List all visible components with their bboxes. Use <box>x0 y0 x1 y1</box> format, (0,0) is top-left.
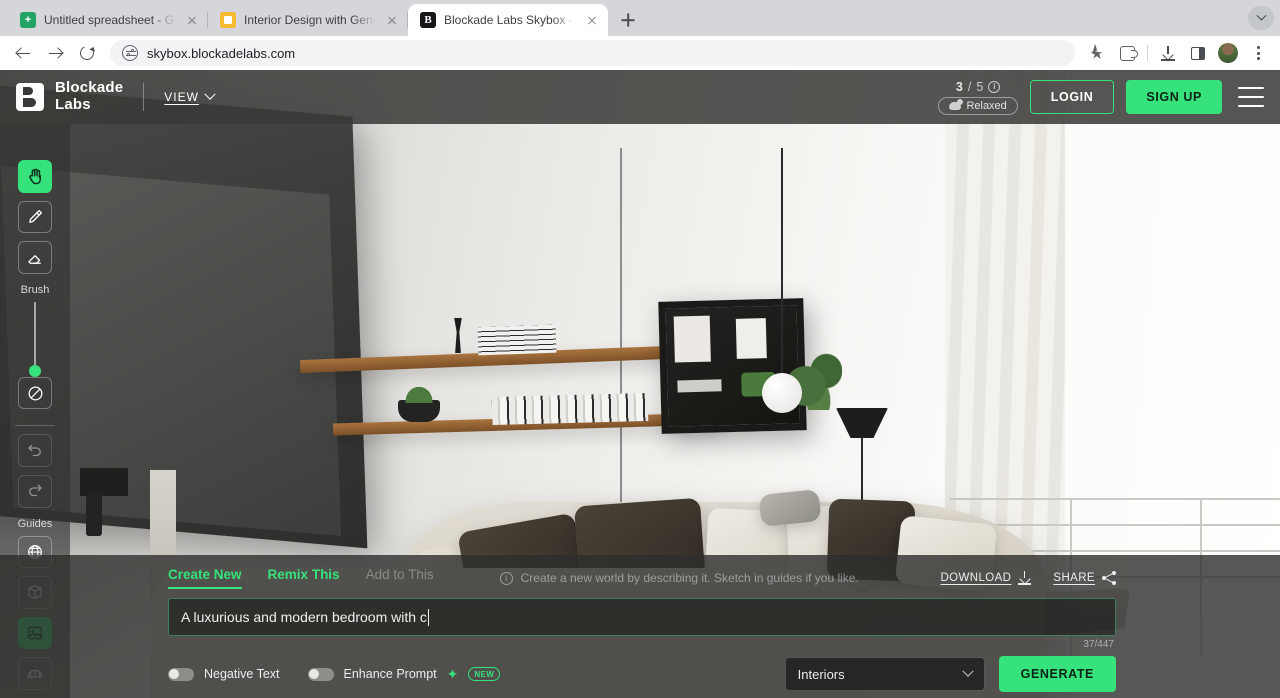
profile-avatar[interactable] <box>1214 39 1242 67</box>
brand-line-1: Blockade <box>55 80 123 97</box>
style-select-value: Interiors <box>798 667 845 682</box>
close-icon[interactable] <box>584 12 600 28</box>
brush-size-label: Brush <box>21 284 50 296</box>
new-badge: NEW <box>468 667 500 681</box>
tab-create-new[interactable]: Create New <box>168 567 242 589</box>
clear-tool[interactable] <box>18 377 52 410</box>
view-dropdown-label: VIEW <box>164 90 199 104</box>
skybox-viewport[interactable]: Blockade Labs VIEW 3 / 5 i Relaxed <box>0 70 1280 698</box>
credits-used: 3 <box>956 80 963 94</box>
toolbar-divider <box>1147 45 1148 61</box>
tab-remix-this[interactable]: Remix This <box>268 567 340 589</box>
browser-tab-2[interactable]: Interior Design with Generati <box>208 4 408 36</box>
text-caret <box>428 609 429 626</box>
browser-tabstrip: + Untitled spreadsheet - Googl Interior … <box>0 0 1280 36</box>
slider-handle[interactable] <box>29 365 41 377</box>
close-icon[interactable] <box>384 12 400 28</box>
status-badge-label: Relaxed <box>966 100 1006 112</box>
character-counter: 37/447 <box>1083 639 1114 650</box>
address-bar[interactable]: skybox.blockadelabs.com <box>110 40 1075 66</box>
hamburger-menu-icon[interactable] <box>1238 87 1264 107</box>
undo-button[interactable] <box>18 434 52 467</box>
negative-text-toggle[interactable] <box>168 668 194 681</box>
tab-add-to-this[interactable]: Add to This <box>366 567 434 589</box>
browser-tab-1[interactable]: + Untitled spreadsheet - Googl <box>8 4 208 36</box>
prompt-input-value: A luxurious and modern bedroom with c <box>181 609 427 625</box>
reload-button[interactable] <box>72 38 102 68</box>
prompt-hint: i Create a new world by describing it. S… <box>500 571 859 585</box>
download-label: DOWNLOAD <box>940 572 1011 584</box>
browser-tab-title: Blockade Labs Skybox - AI-G <box>444 13 576 27</box>
share-label: SHARE <box>1053 572 1095 584</box>
credits-counter: 3 / 5 i Relaxed <box>938 80 1017 115</box>
prompt-mode-tabs: Create New Remix This Add to This <box>168 567 434 589</box>
enhance-prompt-label: Enhance Prompt <box>344 667 437 681</box>
forward-button[interactable] <box>40 38 70 68</box>
side-panel-icon[interactable] <box>1184 39 1212 67</box>
tab-list-button[interactable] <box>1248 6 1274 30</box>
info-icon[interactable]: i <box>988 81 1000 93</box>
blockade-logo-icon <box>16 83 44 111</box>
brush-tool[interactable] <box>18 201 52 234</box>
info-icon: i <box>500 572 513 585</box>
style-select[interactable]: Interiors <box>785 657 985 691</box>
hand-tool[interactable] <box>18 160 52 193</box>
chevron-down-icon <box>1256 10 1266 20</box>
back-button[interactable] <box>8 38 38 68</box>
arrow-left-icon <box>17 47 30 60</box>
signup-button[interactable]: SIGN UP <box>1126 80 1222 114</box>
browser-toolbar: skybox.blockadelabs.com <box>0 36 1280 70</box>
enhance-prompt-toggle-row: Enhance Prompt ✦ NEW <box>308 667 501 681</box>
cloud-icon <box>949 102 961 110</box>
header-divider <box>143 83 144 111</box>
browser-tab-3[interactable]: B Blockade Labs Skybox - AI-G <box>408 4 608 36</box>
login-button[interactable]: LOGIN <box>1030 80 1115 114</box>
app-header: Blockade Labs VIEW 3 / 5 i Relaxed <box>0 70 1280 124</box>
rail-divider <box>15 425 55 426</box>
arrow-right-icon <box>49 47 62 60</box>
address-bar-url: skybox.blockadelabs.com <box>147 46 295 61</box>
sparkle-icon: ✦ <box>447 667 459 681</box>
browser-tab-title: Untitled spreadsheet - Googl <box>44 13 176 27</box>
enhance-prompt-toggle[interactable] <box>308 668 334 681</box>
prompt-input[interactable]: A luxurious and modern bedroom with c <box>168 598 1116 636</box>
chrome-menu-icon[interactable] <box>1244 39 1272 67</box>
view-dropdown[interactable]: VIEW <box>164 90 214 104</box>
brush-size-slider[interactable] <box>34 302 36 371</box>
extensions-icon[interactable] <box>1113 39 1141 67</box>
negative-text-toggle-row: Negative Text <box>168 667 280 681</box>
blockade-icon: B <box>420 12 436 28</box>
reload-icon <box>78 44 96 62</box>
browser-window: + Untitled spreadsheet - Googl Interior … <box>0 0 1280 698</box>
document-icon <box>220 12 236 28</box>
redo-button[interactable] <box>18 475 52 508</box>
downloads-icon[interactable] <box>1154 39 1182 67</box>
close-icon[interactable] <box>184 12 200 28</box>
sheets-icon: + <box>20 12 36 28</box>
chevron-down-icon <box>962 666 973 677</box>
share-icon <box>1102 571 1116 585</box>
guides-label: Guides <box>18 518 53 530</box>
credits-separator: / <box>968 80 971 94</box>
eraser-tool[interactable] <box>18 241 52 274</box>
blockade-labs-logo[interactable]: Blockade Labs <box>16 80 123 114</box>
negative-text-label: Negative Text <box>204 667 280 681</box>
prompt-panel: Create New Remix This Add to This i Crea… <box>0 555 1280 698</box>
prompt-hint-text: Create a new world by describing it. Ske… <box>521 571 859 585</box>
new-tab-button[interactable] <box>614 6 642 34</box>
bookmark-star-icon[interactable] <box>1083 39 1111 67</box>
share-button[interactable]: SHARE <box>1053 571 1116 585</box>
brand-line-2: Labs <box>55 97 123 114</box>
download-button[interactable]: DOWNLOAD <box>940 571 1031 585</box>
site-settings-icon[interactable] <box>122 45 138 61</box>
browser-tab-title: Interior Design with Generati <box>244 13 376 27</box>
credits-total: 5 <box>976 80 983 94</box>
download-icon <box>1018 571 1031 585</box>
generate-button[interactable]: GENERATE <box>999 656 1116 692</box>
status-badge[interactable]: Relaxed <box>938 97 1017 115</box>
chevron-down-icon <box>204 89 215 100</box>
